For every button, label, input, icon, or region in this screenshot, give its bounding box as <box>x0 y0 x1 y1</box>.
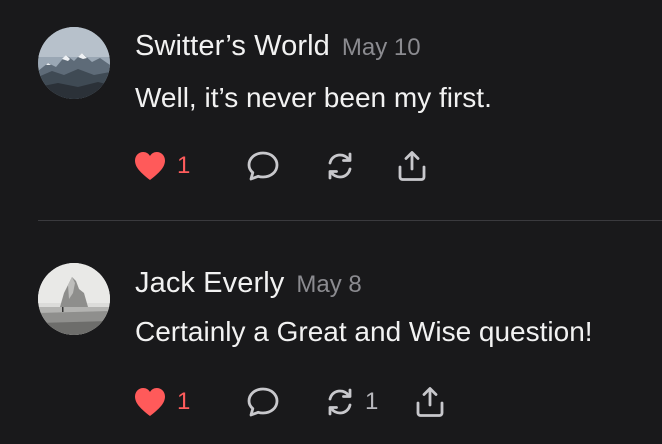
heart-icon <box>135 388 165 416</box>
comment-bubble-icon <box>247 387 279 417</box>
like-count: 1 <box>177 152 191 179</box>
reply-button[interactable] <box>245 146 281 186</box>
comment-actions: 1 <box>133 146 473 186</box>
share-button[interactable] <box>395 146 429 186</box>
restack-icon <box>328 388 352 416</box>
heart-icon <box>135 152 165 180</box>
share-button[interactable] <box>413 382 447 422</box>
comment-feed: Switter’s World May 10 Well, it’s never b… <box>0 0 662 444</box>
comment: Switter’s World May 10 Well, it’s never b… <box>0 0 662 222</box>
comment-bubble-icon <box>247 151 279 181</box>
comment-text: Well, it’s never been my first. <box>135 82 492 113</box>
mountain-photo <box>38 27 110 99</box>
comment: Jack Everly May 8 Certainly a Great and W… <box>0 222 662 444</box>
like-button[interactable]: 1 <box>133 146 190 186</box>
restack-count: 1 <box>365 388 379 415</box>
author-name[interactable]: Switter’s World <box>135 30 330 62</box>
iceberg-photo <box>38 263 110 335</box>
restack-icon <box>328 152 352 180</box>
share-icon <box>398 151 426 181</box>
divider <box>38 220 662 221</box>
comment-date[interactable]: May 10 <box>342 34 421 61</box>
restack-button[interactable] <box>323 146 365 186</box>
share-icon <box>416 387 444 417</box>
avatar[interactable] <box>38 263 110 335</box>
avatar[interactable] <box>38 27 110 99</box>
like-count: 1 <box>177 388 191 415</box>
comment-text: Certainly a Great and Wise question! <box>135 316 593 347</box>
comment-meta: Jack Everly May 8 <box>135 267 362 300</box>
reply-button[interactable] <box>245 382 281 422</box>
comment-actions: 1 1 <box>133 382 473 422</box>
author-name[interactable]: Jack Everly <box>135 267 284 299</box>
restack-button[interactable]: 1 <box>323 382 378 422</box>
comment-meta: Switter’s World May 10 <box>135 30 421 63</box>
comment-date[interactable]: May 8 <box>296 271 361 298</box>
like-button[interactable]: 1 <box>133 382 190 422</box>
